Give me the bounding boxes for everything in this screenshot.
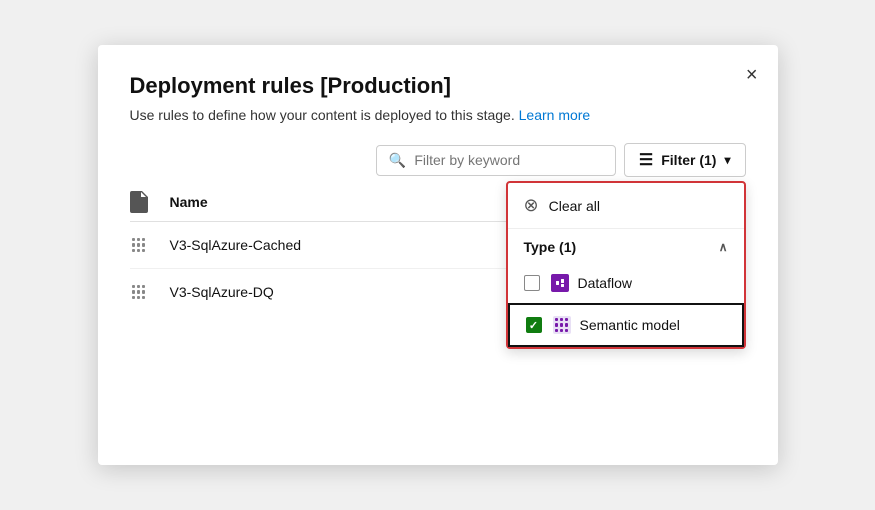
dataflow-label: Dataflow	[578, 275, 632, 291]
close-button[interactable]: ×	[746, 65, 758, 85]
type-section-header: Type (1) ∧	[508, 229, 744, 263]
clear-icon: ⊗	[524, 195, 539, 216]
deployment-rules-dialog: × Deployment rules [Production] Use rule…	[98, 45, 778, 465]
search-icon: 🔍	[389, 152, 406, 169]
filter-item-semantic-model[interactable]: Semantic model	[508, 303, 744, 347]
filter-icon: ☰	[639, 150, 653, 170]
document-icon	[130, 191, 148, 213]
learn-more-link[interactable]: Learn more	[519, 107, 591, 123]
chevron-down-icon: ▾	[724, 153, 730, 167]
semantic-model-label: Semantic model	[580, 317, 680, 333]
filter-item-dataflow[interactable]: Dataflow	[508, 263, 744, 303]
dataflow-checkbox[interactable]	[524, 275, 540, 291]
semantic-model-checkbox[interactable]	[526, 317, 542, 333]
row2-icon	[130, 283, 170, 301]
clear-all-label: Clear all	[549, 198, 600, 214]
search-input[interactable]	[414, 152, 603, 168]
clear-all-button[interactable]: ⊗ Clear all	[508, 183, 744, 229]
toolbar: 🔍 ☰ Filter (1) ▾ ⊗ Clear all Type (1) ∧	[130, 143, 746, 177]
filter-button[interactable]: ☰ Filter (1) ▾	[624, 143, 746, 177]
semantic-model-icon	[552, 315, 572, 335]
search-box[interactable]: 🔍	[376, 145, 616, 176]
dialog-subtitle: Use rules to define how your content is …	[130, 107, 746, 123]
collapse-icon[interactable]: ∧	[719, 240, 728, 254]
filter-button-label: Filter (1)	[661, 152, 716, 168]
dataflow-icon	[550, 273, 570, 293]
filter-dropdown: ⊗ Clear all Type (1) ∧	[506, 181, 746, 349]
row1-icon	[130, 236, 170, 254]
dialog-title: Deployment rules [Production]	[130, 73, 746, 99]
type-section-label: Type (1)	[524, 239, 577, 255]
header-icon-col	[130, 191, 170, 213]
